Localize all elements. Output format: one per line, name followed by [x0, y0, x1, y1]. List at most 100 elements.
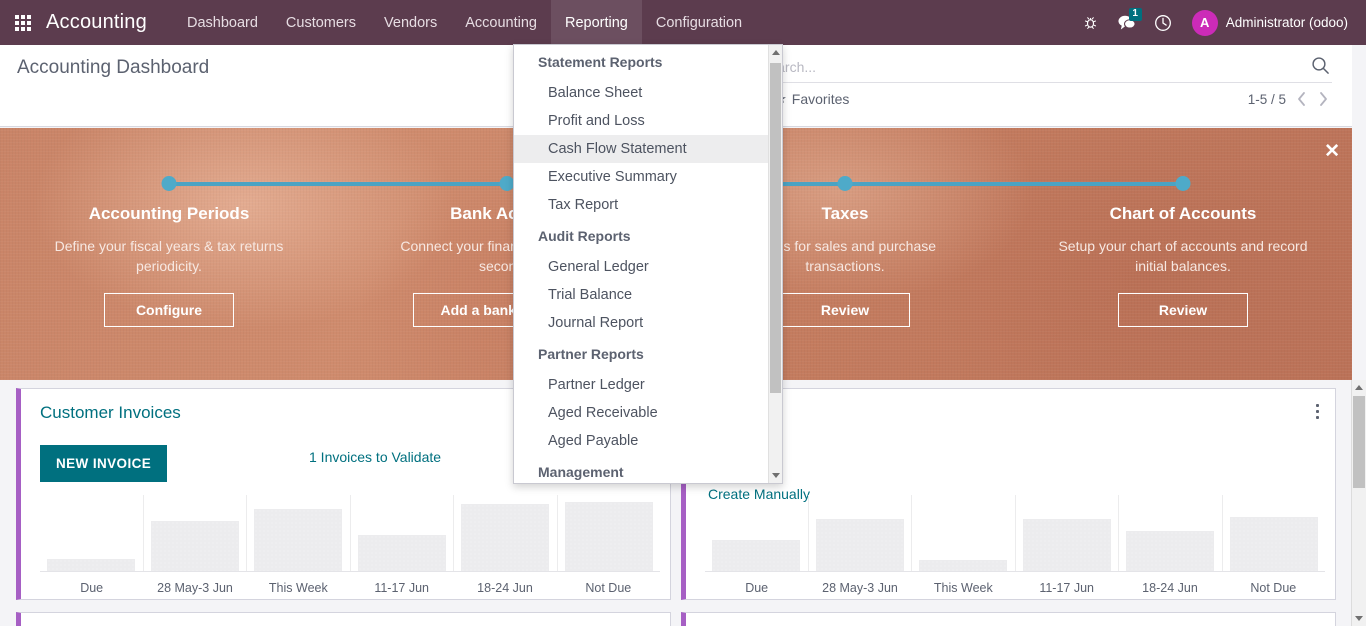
bug-icon [1083, 15, 1098, 30]
bar-column [1014, 495, 1119, 571]
configure-button[interactable]: Configure [104, 292, 234, 327]
chart-axis [705, 571, 1325, 572]
search-input[interactable] [760, 53, 1300, 81]
step-dot [837, 176, 853, 191]
browser-scrollbar-thumb[interactable] [1353, 396, 1365, 488]
x-tick-label: Not Due [1250, 581, 1297, 595]
x-tick-label: 11-17 Jun [374, 581, 429, 595]
bar-column [142, 495, 247, 571]
messages-button[interactable]: 1 [1110, 0, 1144, 45]
chart-bars [40, 495, 660, 571]
menu-item-executive-summary[interactable]: Executive Summary [514, 163, 768, 191]
search-bar [760, 53, 1332, 83]
onboarding-step-accounting-periods: Accounting Periods Define your fiscal ye… [0, 128, 338, 380]
menu-item-balance-sheet[interactable]: Balance Sheet [514, 79, 768, 107]
apps-grid-icon [15, 14, 31, 31]
close-icon[interactable]: ✕ [1324, 142, 1340, 161]
x-tick-label: 11-17 Jun [1039, 581, 1094, 595]
step-dot [161, 176, 177, 191]
x-tick-label: 18-24 Jun [477, 581, 533, 595]
triangle-down-icon[interactable] [769, 468, 782, 483]
menu-item-aged-payable[interactable]: Aged Payable [514, 427, 768, 455]
nav-dashboard[interactable]: Dashboard [173, 0, 272, 45]
filter-favorites[interactable]: ★ Favorites [775, 91, 849, 107]
nav-customers[interactable]: Customers [272, 0, 370, 45]
x-tick-label: 18-24 Jun [1142, 581, 1198, 595]
bar-column [556, 495, 661, 571]
review-taxes-button[interactable]: Review [780, 292, 910, 327]
dropdown-group-partner-reports: Partner Reports [538, 346, 644, 362]
reporting-dropdown-menu: Statement Reports Balance Sheet Profit a… [513, 44, 783, 484]
navbar-right-tools: 1 A Administrator (odoo) [1074, 0, 1366, 45]
nav-reporting[interactable]: Reporting [550, 0, 642, 45]
search-icon[interactable] [1311, 56, 1330, 80]
card-title[interactable]: Customer Invoices [40, 403, 181, 423]
kebab-menu-icon[interactable] [1314, 402, 1321, 424]
menu-item-general-ledger[interactable]: General Ledger [514, 253, 768, 281]
x-tick-label: 28 May-3 Jun [157, 581, 233, 595]
scroll-up-icon[interactable] [1352, 380, 1366, 395]
review-chart-of-accounts-button[interactable]: Review [1118, 292, 1248, 327]
menu-item-tax-report[interactable]: Tax Report [514, 191, 768, 219]
bar-column [349, 495, 454, 571]
new-invoice-button[interactable]: NEW INVOICE [40, 445, 168, 482]
page-title: Accounting Dashboard [17, 57, 210, 78]
dropdown-group-management: Management [538, 464, 624, 480]
user-menu-button[interactable]: A Administrator (odoo) [1182, 0, 1354, 45]
nav-configuration[interactable]: Configuration [642, 0, 756, 45]
step-description: Define your fiscal years & tax returns p… [54, 238, 284, 275]
customer-invoices-bar-chart: Due 28 May-3 Jun This Week 11-17 Jun 18-… [40, 495, 660, 599]
step-dot [1175, 176, 1191, 191]
journal-card-row2-left[interactable] [16, 612, 671, 626]
x-tick-label: Not Due [585, 581, 632, 595]
favorites-label: Favorites [791, 91, 850, 107]
messages-badge: 1 [1128, 8, 1142, 21]
triangle-up-icon[interactable] [769, 45, 782, 60]
chevron-right-icon[interactable] [1317, 91, 1330, 107]
onboarding-step-chart-of-accounts: Chart of Accounts Setup your chart of ac… [1014, 128, 1352, 380]
bar-column [453, 495, 557, 571]
x-tick-label: This Week [933, 581, 993, 595]
menu-item-aged-receivable[interactable]: Aged Receivable [514, 399, 768, 427]
nav-accounting[interactable]: Accounting [451, 0, 551, 45]
bar-column [807, 495, 912, 571]
step-connector [1014, 182, 1183, 186]
bar-column [1118, 495, 1222, 571]
x-tick-label: Due [80, 581, 104, 595]
bar-column [246, 495, 350, 571]
bar-column [911, 495, 1015, 571]
x-tick-label: Due [745, 581, 769, 595]
step-title: Accounting Periods [88, 204, 250, 223]
dropdown-scroll-viewport: Statement Reports Balance Sheet Profit a… [514, 45, 768, 483]
chart-bars [705, 495, 1325, 571]
dropdown-scrollbar[interactable] [768, 45, 782, 483]
menu-item-cash-flow-statement[interactable]: Cash Flow Statement [514, 135, 768, 163]
step-description: Setup your chart of accounts and record … [1058, 238, 1308, 275]
step-connector [169, 182, 338, 186]
activities-button[interactable] [1146, 0, 1180, 45]
chart-axis [40, 571, 660, 572]
dropdown-group-statement-reports: Statement Reports [538, 54, 663, 70]
journal-card-row2-right[interactable] [681, 612, 1336, 626]
step-title: Taxes [821, 204, 869, 223]
invoices-to-validate-link[interactable]: 1 Invoices to Validate [309, 449, 441, 465]
dropdown-scrollbar-thumb[interactable] [770, 63, 781, 393]
browser-scrollbar[interactable] [1351, 380, 1366, 626]
debug-button[interactable] [1074, 0, 1108, 45]
chevron-left-icon[interactable] [1295, 91, 1308, 107]
menu-item-profit-and-loss[interactable]: Profit and Loss [514, 107, 768, 135]
menu-item-partner-ledger[interactable]: Partner Ledger [514, 371, 768, 399]
pager: 1-5 / 5 [1248, 91, 1330, 107]
top-navbar: Accounting Dashboard Customers Vendors A… [0, 0, 1366, 45]
x-tick-label: This Week [268, 581, 328, 595]
bar-column [1221, 495, 1326, 571]
chart-x-labels: Due 28 May-3 Jun This Week 11-17 Jun 18-… [40, 581, 660, 595]
apps-menu-button[interactable] [0, 0, 46, 45]
scroll-down-icon[interactable] [1352, 611, 1366, 626]
avatar: A [1191, 9, 1218, 36]
menu-item-journal-report[interactable]: Journal Report [514, 309, 768, 337]
menu-item-trial-balance[interactable]: Trial Balance [514, 281, 768, 309]
app-brand-accounting[interactable]: Accounting [46, 11, 173, 34]
nav-vendors[interactable]: Vendors [370, 0, 451, 45]
bar-column [705, 495, 808, 571]
